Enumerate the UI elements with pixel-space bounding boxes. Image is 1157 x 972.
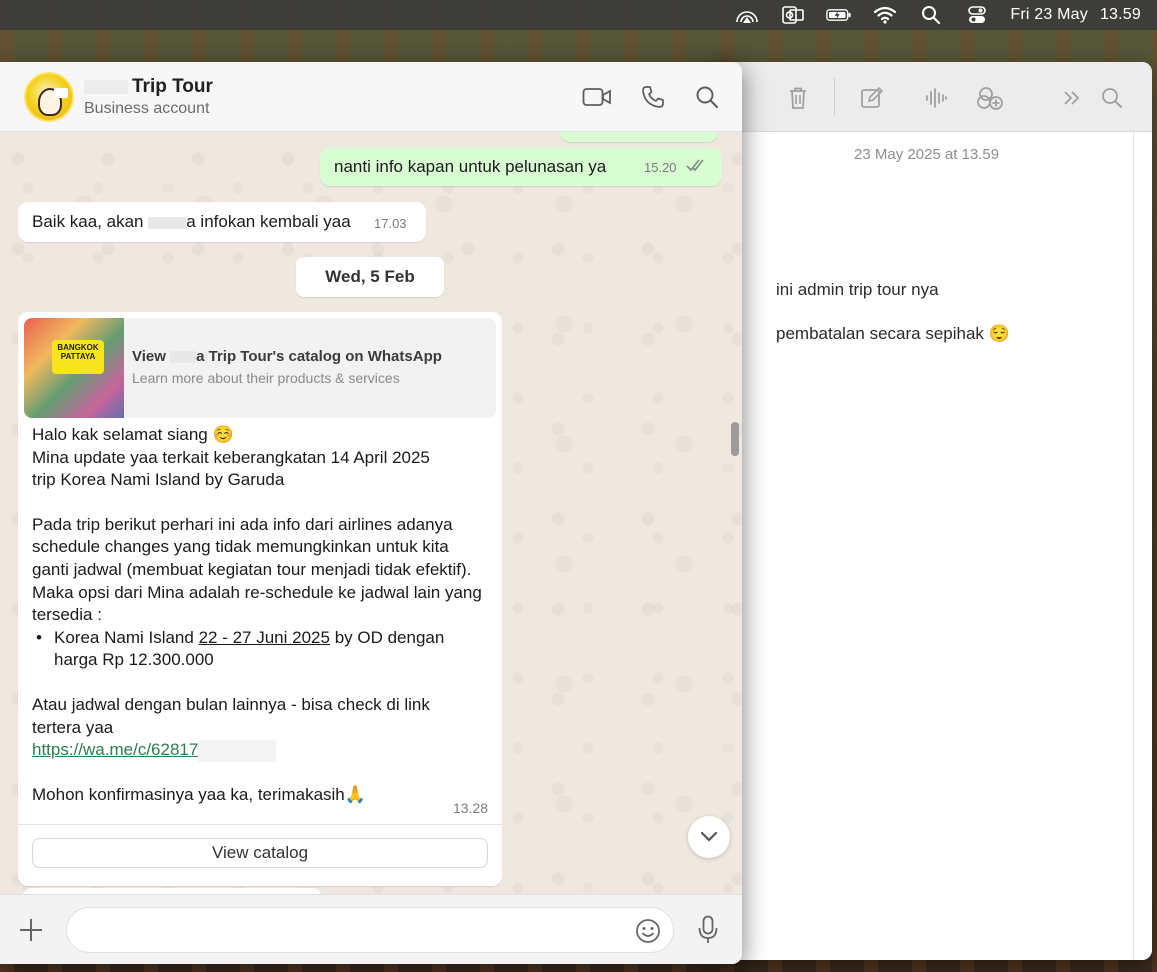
- message-bubble-incoming-catalog[interactable]: BANGKOK PATTAYA View a Trip Tour's catal…: [18, 312, 502, 886]
- sticker-line: BANGKOK: [57, 343, 99, 352]
- microphone-icon[interactable]: [694, 915, 722, 945]
- view-catalog-button[interactable]: View catalog: [32, 838, 488, 868]
- note-editor[interactable]: 23 May 2025 at 13.59 ini admin trip tour…: [700, 132, 1152, 960]
- message-link-line: https://wa.me/c/62817: [32, 739, 482, 762]
- message-composer: [0, 894, 742, 964]
- catalog-title-part: a Trip Tour's catalog on WhatsApp: [196, 348, 442, 365]
- message-bubble-outgoing[interactable]: nanti info kapan untuk pelunasan ya 15.2…: [320, 148, 722, 186]
- divider: [18, 824, 502, 825]
- date-link[interactable]: 22 - 27 Juni 2025: [199, 628, 330, 647]
- search-icon[interactable]: [1098, 84, 1126, 112]
- catalog-link[interactable]: https://wa.me/c/62817: [32, 740, 198, 759]
- spotlight-search-icon[interactable]: [918, 5, 944, 25]
- message-body: Halo kak selamat siang ☺️ Mina update ya…: [32, 424, 482, 806]
- message-input[interactable]: [66, 907, 674, 953]
- catalog-sticker: BANGKOK PATTAYA: [52, 340, 104, 374]
- notes-window: 23 May 2025 at 13.59 ini admin trip tour…: [700, 62, 1152, 960]
- share-collab-icon[interactable]: [976, 84, 1004, 112]
- catalog-title: View a Trip Tour's catalog on WhatsApp: [132, 348, 442, 365]
- note-date: 23 May 2025 at 13.59: [854, 146, 1000, 163]
- message-text-part: a infokan kembali yaa: [186, 212, 351, 231]
- menu-bar-clock[interactable]: Fri 23 May 13.59: [1010, 6, 1141, 24]
- note-line: pembatalan secara sepihak 😌: [776, 324, 1010, 343]
- control-center-icon[interactable]: [964, 5, 990, 25]
- voice-call-icon[interactable]: [638, 82, 668, 112]
- catalog-thumbnail: BANGKOK PATTAYA: [24, 318, 124, 418]
- chevron-down-icon: [700, 831, 718, 842]
- chat-header[interactable]: Trip Tour Business account: [0, 62, 742, 132]
- message-bubble-incoming[interactable]: Baik kaa, akan a infokan kembali yaa 17.…: [18, 202, 426, 242]
- note-scroll-edge: [1133, 132, 1134, 960]
- menu-bar: Fri 23 May 13.59: [0, 0, 1157, 30]
- catalog-title-part: View: [132, 348, 166, 365]
- message-paragraph: Mina update yaa terkait keberangkatan 14…: [32, 447, 430, 467]
- date-separator: Wed, 5 Feb: [296, 257, 444, 297]
- bullet-text: Korea Nami Island: [54, 627, 199, 647]
- contact-subtitle: Business account: [84, 100, 210, 117]
- battery-charging-icon[interactable]: [826, 5, 852, 25]
- plus-icon[interactable]: [16, 915, 46, 945]
- message-list[interactable]: nanti info kapan untuk pelunasan ya 15.2…: [0, 132, 742, 894]
- airplay-icon[interactable]: [734, 5, 760, 25]
- message-bullet-item: Korea Nami Island 22 - 27 Juni 2025 by O…: [32, 627, 482, 672]
- note-line: ini admin trip tour nya: [776, 280, 939, 299]
- contact-name[interactable]: Trip Tour: [84, 76, 213, 98]
- message-paragraph: Atau jadwal dengan bulan lainnya - bisa …: [32, 694, 430, 737]
- catalog-subtitle: Learn more about their products & servic…: [132, 370, 400, 386]
- video-call-icon[interactable]: [582, 82, 612, 112]
- menu-bar-date: Fri 23 May: [1010, 6, 1088, 23]
- message-text: nanti info kapan untuk pelunasan ya: [334, 157, 607, 176]
- wifi-icon[interactable]: [872, 5, 898, 25]
- search-icon[interactable]: [692, 82, 722, 112]
- message-paragraph: Halo kak selamat siang ☺️: [32, 425, 234, 444]
- message-time: 15.20: [644, 160, 677, 175]
- double-check-icon: [686, 158, 706, 177]
- avatar[interactable]: [24, 72, 74, 122]
- message-paragraph: trip Korea Nami Island by Garuda: [32, 470, 285, 490]
- message-text-part: Baik kaa, akan: [32, 212, 144, 231]
- redacted-text: [84, 79, 128, 94]
- emoji-icon[interactable]: [634, 917, 662, 945]
- compose-icon[interactable]: [858, 84, 886, 112]
- whatsapp-window: Trip Tour Business account nanti info ka…: [0, 62, 742, 964]
- message-bubble-outgoing-partial[interactable]: [560, 132, 718, 142]
- message-time: 13.28: [452, 800, 488, 816]
- trash-icon[interactable]: [784, 84, 812, 112]
- outlook-icon[interactable]: [780, 5, 806, 25]
- redacted-text: [198, 739, 277, 762]
- scroll-to-bottom-button[interactable]: [688, 816, 730, 858]
- toolbar-divider: [834, 78, 835, 116]
- redacted-text: [170, 351, 197, 364]
- avatar-badge: [54, 88, 68, 98]
- message-text: Baik kaa, akan a infokan kembali yaa: [32, 212, 351, 232]
- message-paragraph: Mohon konfirmasinya yaa ka, terimakasih🙏: [32, 784, 366, 804]
- catalog-preview-card[interactable]: BANGKOK PATTAYA View a Trip Tour's catal…: [24, 318, 496, 418]
- menu-bar-time: 13.59: [1099, 6, 1141, 23]
- chevron-double-right-icon[interactable]: [1058, 84, 1086, 112]
- scrollbar-thumb[interactable]: [731, 422, 739, 456]
- message-time: 17.03: [374, 216, 407, 231]
- audio-waveform-icon[interactable]: [922, 84, 950, 112]
- message-paragraph: Pada trip berikut perhari ini ada info d…: [32, 514, 482, 625]
- notes-toolbar: [700, 62, 1152, 132]
- sticker-line: PATTAYA: [60, 352, 96, 362]
- message-bullet-list: Korea Nami Island 22 - 27 Juni 2025 by O…: [32, 627, 482, 672]
- contact-name-text: Trip Tour: [132, 76, 213, 97]
- redacted-text: [148, 216, 187, 229]
